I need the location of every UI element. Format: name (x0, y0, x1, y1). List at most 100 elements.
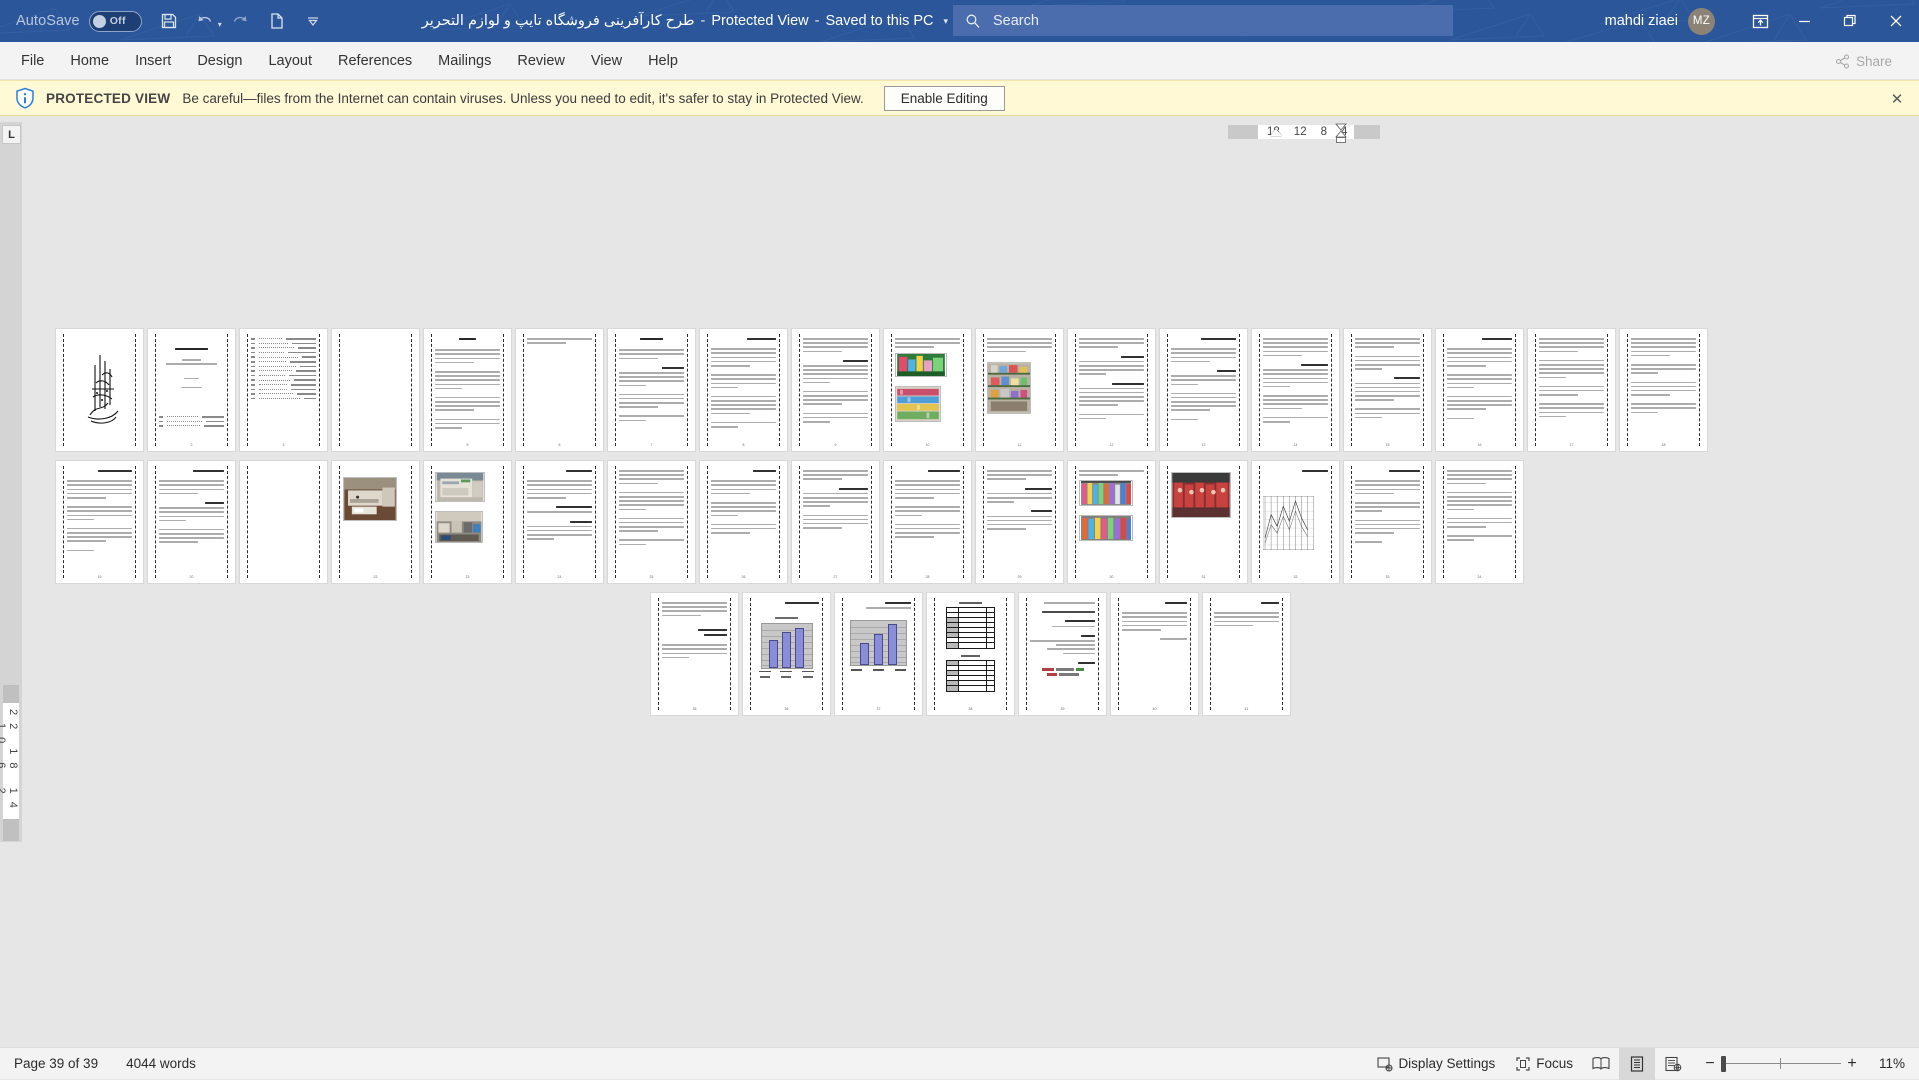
enable-editing-button[interactable]: Enable Editing (884, 86, 1005, 111)
page-thumbnail[interactable]: 3 (239, 328, 328, 452)
display-settings-button[interactable]: Display Settings (1367, 1048, 1505, 1080)
page-thumbnail[interactable]: 11 (975, 328, 1064, 452)
page-thumbnail[interactable]: 15 (1343, 328, 1432, 452)
account-name[interactable]: mahdi ziaei (1605, 13, 1678, 29)
word-count[interactable]: 4044 words (112, 1056, 210, 1071)
page-thumbnail[interactable]: 12 (1067, 328, 1156, 452)
new-doc-icon[interactable] (260, 4, 294, 38)
page-content (938, 602, 1003, 703)
page-thumbnail[interactable]: 37 (834, 592, 923, 716)
page-thumbnail[interactable]: 20 (147, 460, 236, 584)
autosave-toggle[interactable]: Off (89, 11, 142, 32)
page-thumbnail[interactable]: 22 (331, 460, 420, 584)
page-thumbnail[interactable]: 6 (515, 328, 604, 452)
horizontal-ruler[interactable]: 18 12 8 4 (0, 122, 1919, 144)
chart-bar (860, 643, 869, 665)
page-thumbnail[interactable]: 23 (423, 460, 512, 584)
page-thumbnail[interactable]: 29 (975, 460, 1064, 584)
close-button[interactable] (1873, 0, 1919, 42)
page-margin-left (891, 466, 892, 578)
zoom-slider[interactable] (1721, 1048, 1841, 1080)
restore-button[interactable] (1827, 0, 1873, 42)
avatar[interactable]: MZ (1688, 8, 1715, 35)
page-content (619, 470, 684, 571)
tab-help[interactable]: Help (635, 42, 691, 80)
page-thumbnail[interactable]: 32 (1251, 460, 1340, 584)
print-layout-button[interactable] (1619, 1048, 1655, 1080)
vertical-ruler[interactable]: L 22 18 14 10 6 2 (0, 122, 22, 842)
page-margin-left (1351, 466, 1352, 578)
page-number: 25 (608, 575, 695, 579)
page-thumbnail[interactable]: 40 (1110, 592, 1199, 716)
page-thumbnail[interactable]: 17 (1527, 328, 1616, 452)
close-icon[interactable]: ✕ (1887, 89, 1907, 109)
tab-layout[interactable]: Layout (255, 42, 325, 80)
page-thumbnail[interactable]: 13 (1159, 328, 1248, 452)
page-margin-left (1627, 334, 1628, 446)
hanging-indent-marker[interactable] (1333, 123, 1349, 143)
page-thumbnail[interactable]: 35 (650, 592, 739, 716)
redo-icon[interactable] (224, 4, 258, 38)
page-thumbnail[interactable] (239, 460, 328, 584)
tab-file[interactable]: File (8, 42, 57, 80)
page-thumbnail[interactable]: 19 (55, 460, 144, 584)
tab-stop-selector[interactable]: L (2, 125, 21, 144)
page-thumbnail[interactable]: 16 (1435, 328, 1524, 452)
page-number: 35 (651, 707, 738, 711)
zoom-slider-handle[interactable] (1721, 1056, 1726, 1072)
search-input[interactable]: Search (953, 5, 1453, 36)
page-thumbnail[interactable]: 2 (147, 328, 236, 452)
undo-icon[interactable] (188, 4, 222, 38)
page-thumbnail[interactable]: 10 (883, 328, 972, 452)
page-thumbnail[interactable] (55, 328, 144, 452)
tab-insert[interactable]: Insert (122, 42, 184, 80)
page-content (159, 338, 224, 439)
page-thumbnail[interactable]: 30 (1067, 460, 1156, 584)
clothes-rack-photo (1079, 480, 1133, 506)
page-thumbnail[interactable]: 5 (423, 328, 512, 452)
page-thumbnail[interactable]: 18 (1619, 328, 1708, 452)
focus-button[interactable]: Focus (1505, 1048, 1583, 1080)
zoom-out-button[interactable]: − (1699, 1048, 1721, 1080)
page-number: 11 (976, 443, 1063, 447)
page-content (662, 602, 727, 703)
page-thumbnail[interactable]: 36 (742, 592, 831, 716)
page-thumbnail[interactable]: 9 (791, 328, 880, 452)
title-dropdown-icon[interactable]: ▾ (943, 16, 948, 27)
zoom-control[interactable]: − + (1691, 1048, 1871, 1080)
page-thumbnail[interactable]: 38 (926, 592, 1015, 716)
page-thumbnail[interactable]: 33 (1343, 460, 1432, 584)
page-number: 12 (1068, 443, 1155, 447)
document-canvas[interactable]: 2 (22, 144, 1919, 1060)
read-mode-button[interactable] (1583, 1048, 1619, 1080)
save-icon[interactable] (152, 4, 186, 38)
page-content (1079, 338, 1144, 439)
tab-home[interactable]: Home (57, 42, 122, 80)
ribbon-display-options-icon[interactable] (1739, 0, 1781, 42)
page-thumbnail[interactable]: 31 (1159, 460, 1248, 584)
page-thumbnail[interactable]: 26 (699, 460, 788, 584)
web-layout-button[interactable] (1655, 1048, 1691, 1080)
page-thumbnail[interactable] (331, 328, 420, 452)
page-thumbnail[interactable]: 24 (515, 460, 604, 584)
customize-qat-icon[interactable] (296, 4, 330, 38)
tab-view[interactable]: View (578, 42, 635, 80)
first-line-indent-marker[interactable] (1270, 129, 1282, 136)
tab-references[interactable]: References (325, 42, 425, 80)
page-thumbnail[interactable]: 41 (1202, 592, 1291, 716)
page-thumbnail[interactable]: 8 (699, 328, 788, 452)
page-indicator[interactable]: Page 39 of 39 (0, 1056, 112, 1071)
page-thumbnail[interactable]: 7 (607, 328, 696, 452)
page-thumbnail[interactable]: 34 (1435, 460, 1524, 584)
tab-mailings[interactable]: Mailings (425, 42, 504, 80)
zoom-in-button[interactable]: + (1841, 1048, 1863, 1080)
page-thumbnail[interactable]: 14 (1251, 328, 1340, 452)
page-thumbnail[interactable]: 25 (607, 460, 696, 584)
page-thumbnail[interactable]: 39 (1018, 592, 1107, 716)
page-thumbnail[interactable]: 28 (883, 460, 972, 584)
page-thumbnail[interactable]: 27 (791, 460, 880, 584)
minimize-button[interactable] (1781, 0, 1827, 42)
zoom-level[interactable]: 11% (1871, 1056, 1919, 1071)
tab-review[interactable]: Review (504, 42, 578, 80)
tab-design[interactable]: Design (184, 42, 255, 80)
